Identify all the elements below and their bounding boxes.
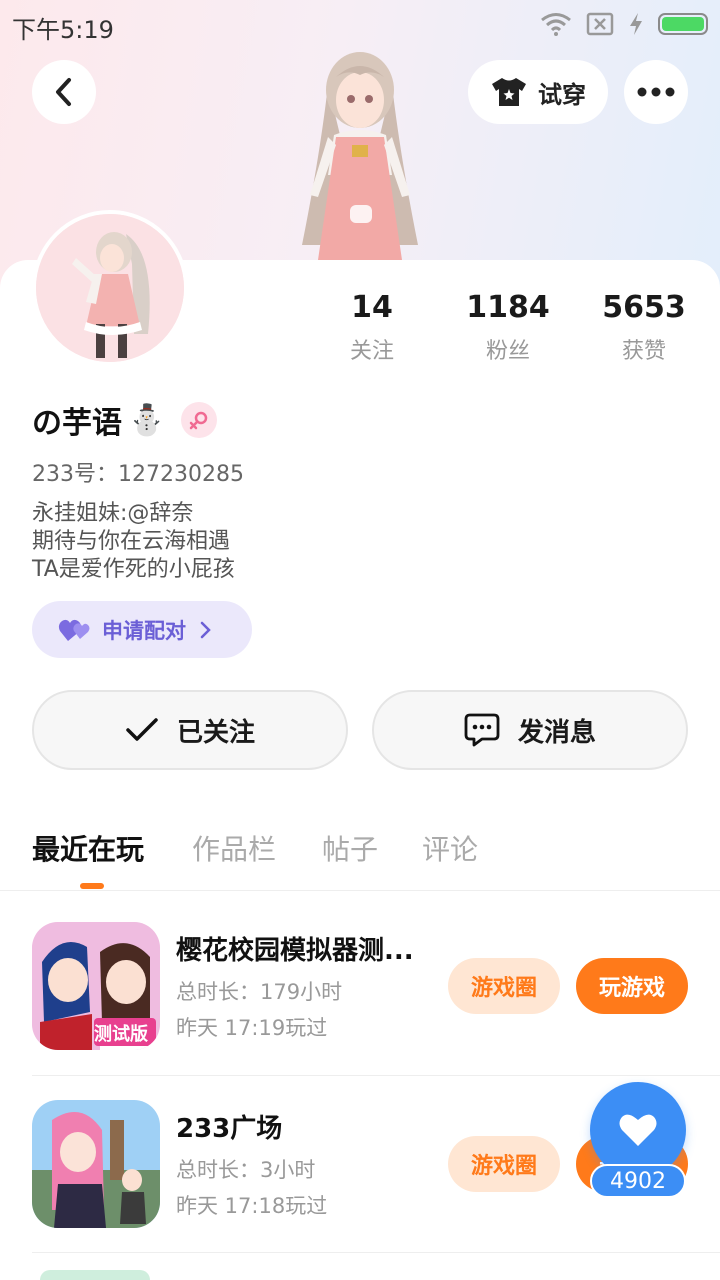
hearts-icon [58,619,90,641]
send-message-button[interactable]: 发消息 [372,690,688,770]
tab-posts[interactable]: 帖子 [322,828,378,868]
battery-icon [658,13,708,35]
tab-recently-played[interactable]: 最近在玩 [32,828,144,868]
like-count-badge: 4902 [590,1164,686,1198]
followers-label: 粉丝 [485,339,530,364]
avatar-character-illustration [302,52,418,260]
play-game-button[interactable]: 玩游戏 [576,958,688,1014]
following-button[interactable]: 已关注 [32,690,348,770]
send-message-label: 发消息 [517,717,596,748]
avatar[interactable] [32,210,188,366]
following-label: 关注 [349,339,394,364]
game-circle-button[interactable]: 游戏圈 [448,1136,560,1192]
checkmark-icon [126,718,158,741]
game-list-item[interactable]: 233广场 总时长：3小时 昨天 17:18玩过 游戏圈 玩游戏 [32,1100,688,1230]
female-gender-icon [181,402,218,438]
bio-line: TA是爱作死的小屁孩 [32,557,235,582]
likes-label: 获赞 [621,339,666,364]
username-row: の芋语 ⛄ [32,398,218,442]
more-button[interactable] [624,60,688,124]
request-match-label: 申请配对 [102,618,186,643]
username: の芋语 [32,406,122,441]
game-last-played: 昨天 17:19玩过 [176,1016,328,1040]
next-game-icon-partial [40,1270,150,1280]
bio-line: 期待与你在云海相遇 [32,529,231,554]
snowman-icon: ⛄ [128,402,166,438]
bio-line: 永挂姐妹:@辞奈 [32,501,194,526]
game-total-duration: 总时长：179小时 [176,980,343,1004]
row-divider [32,1252,720,1253]
tab-works[interactable]: 作品栏 [192,828,276,868]
following-count: 14 [351,290,393,325]
row-divider [32,1075,720,1076]
game-total-duration: 总时长：3小时 [176,1158,316,1182]
avatar-portrait [36,214,184,362]
tab-comments[interactable]: 评论 [422,828,478,868]
try-on-label: 试穿 [538,80,586,109]
wifi-icon [541,13,571,36]
bio: 永挂姐妹:@辞奈 期待与你在云海相遇 TA是爱作死的小屁孩 [32,500,235,584]
game-title: 233广场 [176,1114,283,1144]
game-last-played: 昨天 17:18玩过 [176,1194,328,1218]
stat-following[interactable]: 14 关注 [302,290,442,365]
status-icons [540,12,708,36]
tshirt-icon [492,78,526,106]
stat-likes[interactable]: 5653 获赞 [574,290,714,365]
charging-icon [630,13,642,35]
chat-bubble-icon [464,713,500,747]
game-list-item[interactable]: 测试版 樱花校园模拟器测... 总时长：179小时 昨天 17:19玩过 游戏圈… [32,922,688,1052]
game-icon-badge: 测试版 [94,1024,148,1045]
user-id: 233号：127230285 [32,462,244,487]
game-title: 樱花校园模拟器测... [176,936,414,966]
likes-count: 5653 [602,290,686,325]
chevron-right-icon [200,621,211,638]
chevron-left-icon [56,78,71,106]
request-match-button[interactable]: 申请配对 [32,601,252,658]
game-icon-sakura-school[interactable]: 测试版 [32,922,160,1050]
status-bar: 下午5:19 [0,0,720,50]
stat-followers[interactable]: 1184 粉丝 [438,290,578,365]
status-time: 下午5:19 [12,16,114,44]
followers-count: 1184 [466,290,550,325]
try-on-button[interactable]: 试穿 [468,60,608,124]
heart-icon [619,1114,657,1146]
back-button[interactable] [32,60,96,124]
tab-divider [0,890,720,891]
following-button-label: 已关注 [176,717,255,748]
game-circle-button[interactable]: 游戏圈 [448,958,560,1014]
no-sim-icon [586,12,614,36]
more-dots-icon [637,87,675,97]
active-tab-indicator [80,883,104,889]
game-icon-233-plaza[interactable] [32,1100,160,1228]
